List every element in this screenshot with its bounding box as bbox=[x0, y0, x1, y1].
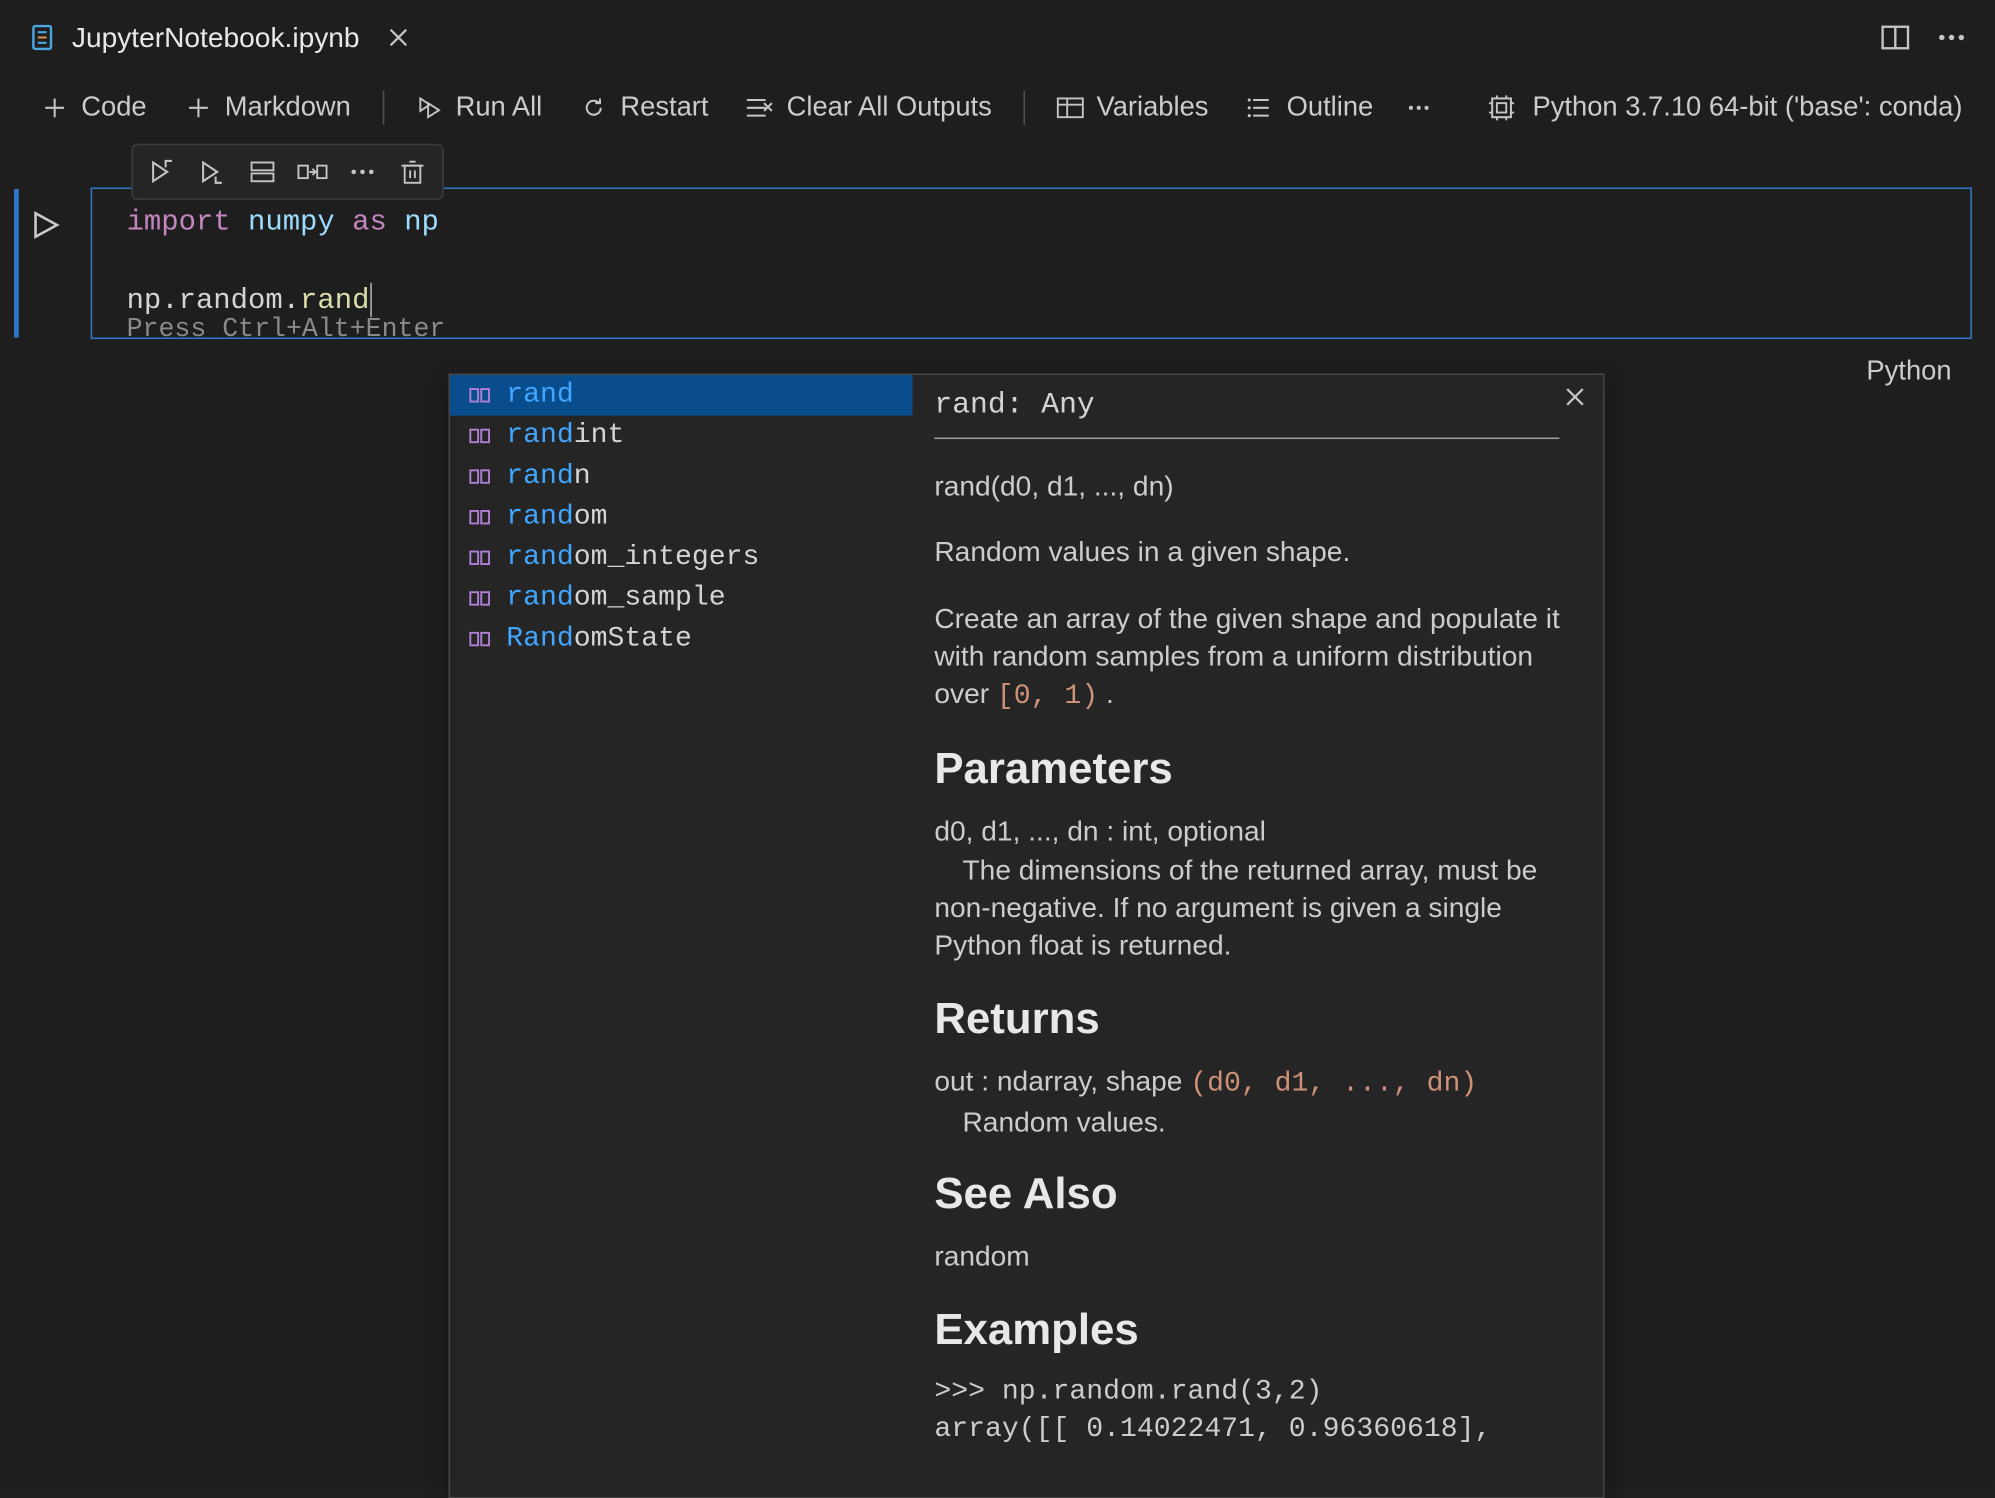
run-by-line-icon[interactable] bbox=[138, 150, 188, 194]
doc-heading-returns: Returns bbox=[934, 993, 1581, 1043]
doc-call: rand(d0, d1, ..., dn) bbox=[934, 467, 1581, 505]
close-icon[interactable] bbox=[385, 23, 413, 51]
toolbar-more-icon[interactable] bbox=[1395, 88, 1442, 126]
doc-returns-line: out : ndarray, shape (d0, d1, ..., dn) bbox=[934, 1062, 1581, 1103]
notebook-area: import numpy as np np.random.rand Press … bbox=[0, 141, 1994, 339]
separator bbox=[382, 90, 384, 124]
cell-more-icon[interactable] bbox=[338, 150, 388, 194]
cell-toolbar bbox=[131, 144, 444, 200]
doc-example-line: >>> np.random.rand(3,2) bbox=[934, 1373, 1581, 1411]
method-icon bbox=[466, 584, 494, 612]
outline-label: Outline bbox=[1287, 91, 1374, 124]
tab-actions bbox=[1878, 0, 1994, 75]
method-icon bbox=[466, 503, 494, 531]
clear-all-button[interactable]: Clear All Outputs bbox=[730, 84, 1007, 129]
plus-icon bbox=[41, 93, 69, 121]
delete-cell-icon[interactable] bbox=[388, 150, 438, 194]
outline-icon bbox=[1246, 93, 1274, 121]
kernel-label: Python 3.7.10 64-bit ('base': conda) bbox=[1532, 91, 1962, 124]
doc-signature: rand: Any bbox=[934, 388, 1581, 422]
code-cell[interactable]: import numpy as np np.random.rand Press … bbox=[91, 188, 1972, 339]
method-icon bbox=[466, 625, 494, 653]
suggest-item[interactable]: RandomState bbox=[450, 619, 913, 660]
more-actions-icon[interactable] bbox=[1934, 20, 1968, 54]
method-icon bbox=[466, 544, 494, 572]
inline-hint: Press Ctrl+Alt+Enter bbox=[127, 314, 446, 350]
method-icon bbox=[466, 381, 494, 409]
doc-description: Create an array of the given shape and p… bbox=[934, 599, 1581, 716]
suggest-item[interactable]: random_sample bbox=[450, 578, 913, 619]
add-markdown-button[interactable]: Markdown bbox=[169, 84, 367, 129]
kernel-icon bbox=[1486, 91, 1517, 122]
doc-heading-examples: Examples bbox=[934, 1304, 1581, 1354]
split-cell-icon[interactable] bbox=[238, 150, 288, 194]
tab-title: JupyterNotebook.ipynb bbox=[72, 21, 360, 54]
suggest-item[interactable]: random bbox=[450, 497, 913, 538]
cell-language-label[interactable]: Python bbox=[1866, 355, 1951, 388]
doc-summary: Random values in a given shape. bbox=[934, 533, 1581, 571]
doc-example-line: array([[ 0.14022471, 0.96360618], bbox=[934, 1411, 1581, 1449]
add-code-label: Code bbox=[81, 91, 146, 124]
cell-focus-bar bbox=[14, 189, 19, 337]
keyword: import bbox=[127, 206, 231, 239]
run-all-button[interactable]: Run All bbox=[399, 84, 558, 129]
code-text: rand bbox=[300, 284, 369, 317]
tab-notebook[interactable]: JupyterNotebook.ipynb bbox=[6, 0, 428, 75]
identifier: numpy bbox=[248, 206, 335, 239]
outline-button[interactable]: Outline bbox=[1230, 84, 1389, 129]
variables-label: Variables bbox=[1096, 91, 1208, 124]
code-text: np.random. bbox=[127, 284, 300, 317]
restart-button[interactable]: Restart bbox=[564, 84, 724, 129]
tabs: JupyterNotebook.ipynb bbox=[6, 0, 428, 75]
clear-all-icon bbox=[746, 93, 774, 121]
suggest-item[interactable]: rand bbox=[450, 375, 913, 416]
doc-rule bbox=[934, 438, 1559, 440]
suggest-item[interactable]: randint bbox=[450, 416, 913, 457]
identifier: np bbox=[404, 206, 439, 239]
tab-bar: JupyterNotebook.ipynb bbox=[0, 0, 1994, 75]
doc-param-line: d0, d1, ..., dn : int, optional bbox=[934, 813, 1581, 851]
doc-heading-parameters: Parameters bbox=[934, 745, 1581, 795]
change-cell-icon[interactable] bbox=[288, 150, 338, 194]
run-all-icon bbox=[415, 93, 443, 121]
doc-param-desc: The dimensions of the returned array, mu… bbox=[934, 851, 1581, 965]
method-icon bbox=[466, 422, 494, 450]
execute-above-icon[interactable] bbox=[188, 150, 238, 194]
plus-icon bbox=[184, 93, 212, 121]
kernel-picker[interactable]: Python 3.7.10 64-bit ('base': conda) bbox=[1486, 91, 1969, 124]
method-icon bbox=[466, 463, 494, 491]
add-code-button[interactable]: Code bbox=[25, 84, 162, 129]
restart-icon bbox=[580, 93, 608, 121]
split-editor-icon[interactable] bbox=[1878, 20, 1912, 54]
doc-returns-desc: Random values. bbox=[934, 1103, 1581, 1141]
variables-button[interactable]: Variables bbox=[1040, 84, 1224, 129]
doc-heading-seealso: See Also bbox=[934, 1169, 1581, 1219]
separator bbox=[1023, 90, 1025, 124]
run-all-label: Run All bbox=[456, 91, 543, 124]
keyword: as bbox=[352, 206, 387, 239]
close-icon[interactable] bbox=[1563, 384, 1588, 409]
code-editor[interactable]: import numpy as np np.random.rand Press … bbox=[92, 189, 1970, 337]
suggest-item[interactable]: random_integers bbox=[450, 538, 913, 579]
suggest-item[interactable]: randn bbox=[450, 456, 913, 497]
doc-body: rand(d0, d1, ..., dn) Random values in a… bbox=[934, 467, 1581, 1448]
notebook-file-icon bbox=[28, 23, 56, 51]
text-cursor bbox=[371, 283, 373, 317]
doc-seealso: random bbox=[934, 1238, 1581, 1276]
restart-label: Restart bbox=[620, 91, 708, 124]
clear-all-label: Clear All Outputs bbox=[787, 91, 992, 124]
variables-icon bbox=[1056, 93, 1084, 121]
suggest-list[interactable]: rand randint randn random bbox=[450, 375, 913, 1497]
notebook-toolbar: Code Markdown Run All Restart Clear All … bbox=[0, 75, 1994, 141]
suggest-doc: rand: Any rand(d0, d1, ..., dn) Random v… bbox=[913, 375, 1604, 1497]
run-cell-icon[interactable] bbox=[30, 209, 61, 240]
suggest-widget: rand randint randn random bbox=[448, 373, 1604, 1498]
add-markdown-label: Markdown bbox=[225, 91, 351, 124]
